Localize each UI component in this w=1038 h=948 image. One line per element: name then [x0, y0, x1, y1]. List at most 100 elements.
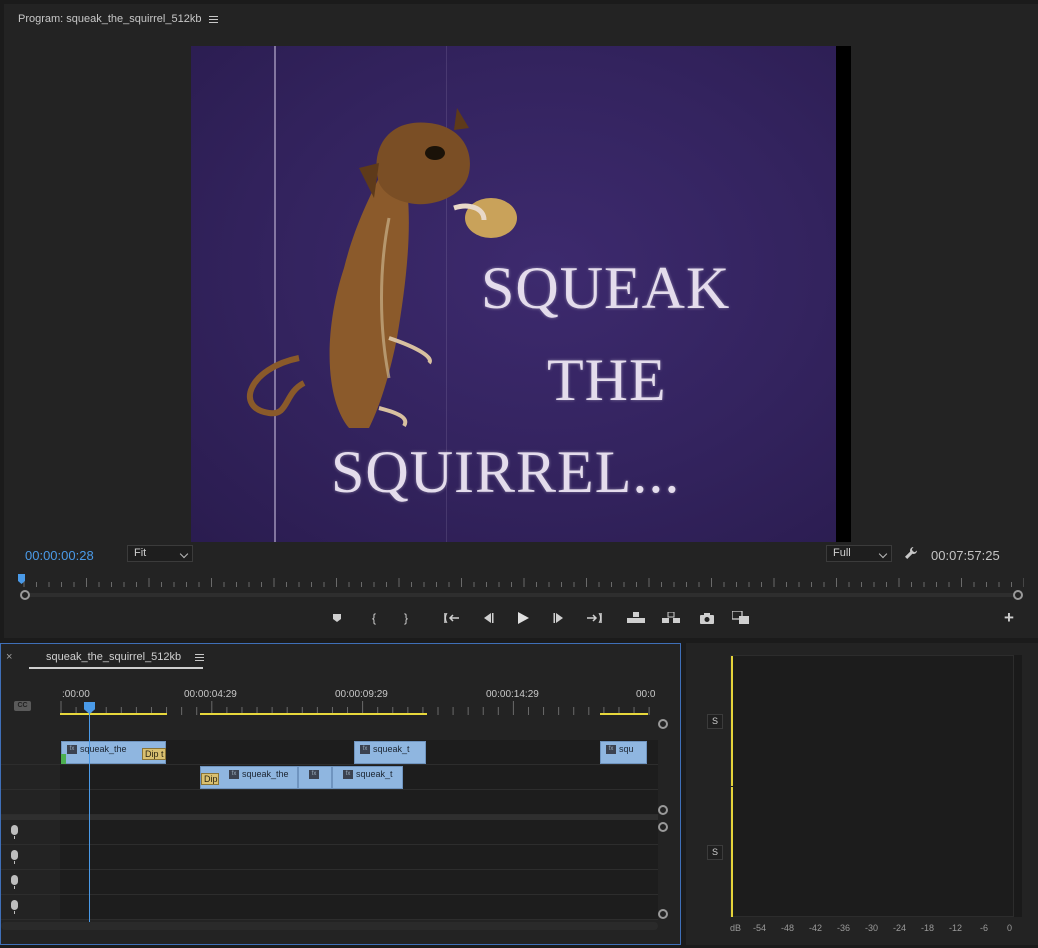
fx-badge-icon: fx: [606, 745, 616, 754]
timeline-clip[interactable]: fx squeak_t: [354, 741, 426, 764]
microphone-icon[interactable]: [11, 850, 18, 864]
transition-dip[interactable]: Dip: [201, 773, 219, 785]
timeline-clip[interactable]: fx squ: [600, 741, 647, 764]
db-label: 0: [1007, 923, 1013, 933]
sequence-tab-label: squeak_the_squirrel_512kb: [46, 651, 182, 663]
timeline-time-ruler[interactable]: :00:00 00:00:04:29 00:00:09:29 00:00:14:…: [60, 687, 658, 717]
video-track-2: fx squeak_the Dip t fx squeak_t fx squ: [1, 740, 658, 765]
extract-button[interactable]: [660, 607, 682, 629]
render-bar-segment: [600, 713, 648, 715]
db-label: -30: [865, 923, 879, 933]
track-area: fx squeak_the Dip t fx squeak_t fx squ fx sq…: [1, 740, 658, 930]
playback-resolution-select[interactable]: Full: [826, 545, 892, 562]
db-label: -18: [921, 923, 935, 933]
track-header: [1, 820, 60, 844]
zoom-scroll-handle-left[interactable]: [20, 590, 30, 600]
step-back-button[interactable]: [477, 607, 499, 629]
comparison-view-button[interactable]: [730, 607, 752, 629]
meter-level-right: [731, 787, 733, 917]
captions-icon[interactable]: CC: [14, 701, 31, 711]
active-tab-indicator: [29, 667, 203, 669]
plus-icon: +: [1004, 608, 1014, 627]
step-forward-icon: [553, 613, 563, 623]
step-back-icon: [484, 613, 494, 623]
track-lane[interactable]: [60, 870, 658, 894]
add-marker-button[interactable]: [326, 607, 348, 629]
play-button[interactable]: [512, 607, 534, 629]
microphone-icon[interactable]: [11, 825, 18, 839]
go-to-in-button[interactable]: [441, 607, 463, 629]
video-title-line-3: SQUIRREL...: [331, 439, 681, 505]
timeline-playhead-line[interactable]: [89, 708, 90, 922]
track-lane[interactable]: [60, 820, 658, 844]
fx-badge-icon: fx: [229, 770, 239, 779]
fx-badge-icon: fx: [309, 770, 319, 779]
solo-left-button[interactable]: S: [707, 714, 723, 729]
audio-track-3: [1, 870, 658, 895]
db-label: -12: [949, 923, 963, 933]
wrench-icon[interactable]: [904, 546, 918, 560]
meter-peak-column: [1013, 655, 1022, 917]
mark-in-button[interactable]: {: [363, 607, 385, 629]
timeline-clip[interactable]: fx squeak_t: [332, 766, 403, 789]
export-frame-button[interactable]: [696, 607, 718, 629]
db-label: -24: [893, 923, 907, 933]
chevron-down-icon: [179, 549, 189, 559]
microphone-icon[interactable]: [11, 875, 18, 889]
audio-scroll-handle-top[interactable]: [658, 822, 668, 832]
time-ruler[interactable]: [20, 575, 1024, 587]
button-editor-add-button[interactable]: +: [998, 607, 1020, 629]
audio-scroll-handle-bottom[interactable]: [658, 909, 668, 919]
step-forward-button[interactable]: [548, 607, 570, 629]
duration-timecode: 00:07:57:25: [931, 548, 1000, 563]
clip-label: squeak_the: [242, 769, 289, 779]
camera-icon: [700, 612, 714, 624]
transport-controls: { } +: [4, 607, 1038, 631]
clip-label: squeak_the: [80, 744, 127, 754]
mark-out-button[interactable]: }: [395, 607, 417, 629]
track-lane[interactable]: [60, 790, 658, 814]
chevron-down-icon: [878, 549, 888, 559]
go-to-in-icon: [444, 613, 459, 623]
current-timecode[interactable]: 00:00:00:28: [25, 548, 94, 563]
track-lane[interactable]: [60, 845, 658, 869]
program-panel-header: Program: squeak_the_squirrel_512kb: [18, 13, 219, 25]
mark-out-icon: }: [403, 611, 408, 625]
close-icon[interactable]: ×: [6, 651, 12, 663]
timeline-clip[interactable]: fx: [298, 766, 332, 789]
db-label: dB: [730, 923, 742, 933]
video-title-line-1: SQUEAK: [481, 255, 731, 321]
audio-track-2: [1, 845, 658, 870]
go-to-out-button[interactable]: [583, 607, 605, 629]
video-scroll-handle-top[interactable]: [658, 719, 668, 729]
zoom-level-select[interactable]: Fit: [127, 545, 193, 562]
render-bar-segment: [200, 713, 427, 715]
zoom-scroll-bar[interactable]: [24, 593, 1018, 597]
track-header: [1, 740, 60, 764]
marker-icon: [333, 614, 341, 622]
timeline-horizontal-scrollbar[interactable]: [1, 922, 658, 930]
zoom-scroll-handle-right[interactable]: [1013, 590, 1023, 600]
panel-menu-icon[interactable]: [195, 653, 205, 661]
track-header: [1, 895, 60, 919]
db-label: -54: [753, 923, 767, 933]
video-scroll-handle-bottom[interactable]: [658, 805, 668, 815]
solo-right-button[interactable]: S: [707, 845, 723, 860]
db-label: -6: [980, 923, 989, 933]
db-scale: dB -54 -48 -42 -36 -30 -24 -18 -12 -6 0: [730, 923, 1022, 937]
lift-button[interactable]: [625, 607, 647, 629]
panel-menu-icon[interactable]: [209, 15, 219, 23]
video-track-empty: [1, 790, 658, 815]
audio-track-4: [1, 895, 658, 920]
render-bar-segment: [60, 713, 167, 715]
video-title-line-2: THE: [547, 347, 667, 413]
db-label: -48: [781, 923, 795, 933]
sequence-tab[interactable]: × squeak_the_squirrel_512kb: [6, 651, 205, 663]
fx-badge-icon: fx: [67, 745, 77, 754]
transition-dip[interactable]: Dip t: [142, 748, 166, 760]
clip-start-indicator: [61, 754, 66, 764]
clip-label: squ: [619, 744, 634, 754]
play-icon: [518, 612, 529, 624]
track-lane[interactable]: [60, 895, 658, 919]
microphone-icon[interactable]: [11, 900, 18, 914]
